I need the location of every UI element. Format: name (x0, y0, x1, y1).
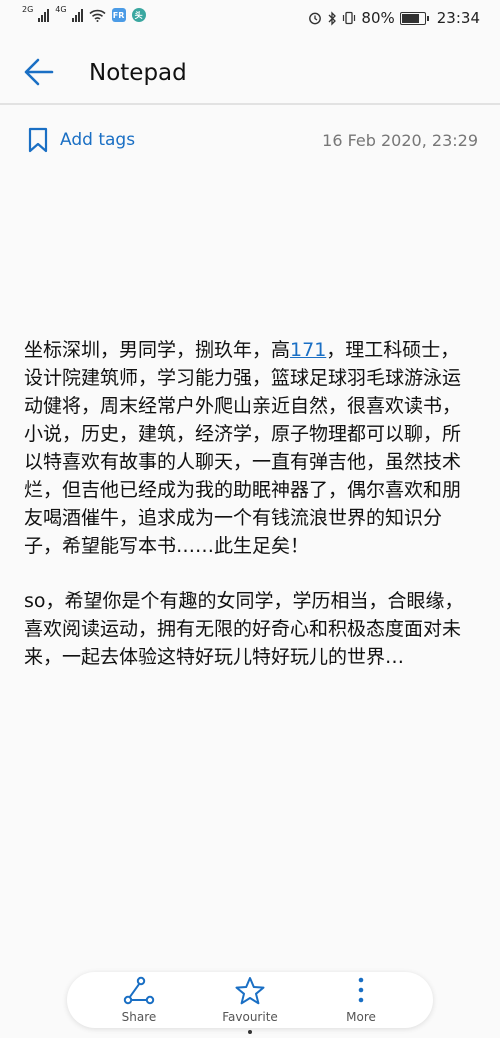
bookmark-icon (28, 127, 48, 153)
share-label: Share (121, 1010, 157, 1024)
note-content[interactable]: 坐标深圳，男同学，捌玖年，高171，理工科硕士，设计院建筑师，学习能力强，篮球足… (24, 336, 474, 698)
network-type-1: 2G (22, 4, 34, 14)
app-notification-icon-2: 头 (131, 8, 146, 22)
page-title: Notepad (89, 60, 187, 86)
favourite-label: Favourite (222, 1010, 278, 1024)
battery-icon (399, 11, 429, 25)
vibrate-icon (343, 11, 356, 25)
add-tags-label: Add tags (60, 130, 136, 150)
phone-link[interactable]: 171 (290, 339, 326, 361)
note-text: ，理工科硕士，设计院建筑师，学习能力强，篮球足球羽毛球游泳运动健将，周末经常户外… (24, 339, 462, 557)
more-vertical-icon (358, 977, 364, 1003)
bluetooth-icon (328, 10, 337, 26)
more-button[interactable]: More (316, 976, 406, 1024)
status-left: 2G 4G FR 头 (22, 4, 146, 22)
alarm-icon (309, 12, 322, 25)
note-paragraph-1: 坐标深圳，男同学，捌玖年，高171，理工科硕士，设计院建筑师，学习能力强，篮球足… (24, 336, 474, 560)
favourite-button[interactable]: Favourite (205, 976, 295, 1024)
note-timestamp: 16 Feb 2020, 23:29 (322, 131, 478, 150)
share-button[interactable]: Share (94, 976, 184, 1024)
note-paragraph-2: so，希望你是个有趣的女同学，学历相当，合眼缘，喜欢阅读运动，拥有无限的好奇心和… (24, 590, 464, 668)
network-type-2: 4G (55, 4, 67, 14)
more-label: More (346, 1010, 376, 1024)
arrow-left-icon[interactable] (24, 58, 54, 86)
star-icon (235, 977, 265, 1005)
bottom-action-bar: Share Favourite More (67, 972, 433, 1028)
home-indicator (248, 1030, 252, 1034)
app-notification-icon: FR (111, 8, 126, 22)
battery-fill (401, 13, 419, 23)
signal-icon (38, 8, 50, 22)
share-icon (123, 976, 155, 1005)
status-time: 23:34 (436, 9, 480, 27)
signal-icon-2 (71, 8, 83, 22)
app-header: Notepad (0, 38, 500, 104)
status-bar: 2G 4G FR 头 80% 23:34 (0, 0, 500, 38)
status-right: 80% 23:34 (308, 9, 480, 27)
note-text: 坐标深圳，男同学，捌玖年，高 (24, 339, 291, 361)
add-tags-button[interactable]: Add tags (28, 127, 135, 153)
header-divider (0, 103, 500, 105)
battery-percent: 80% (361, 9, 395, 27)
wifi-icon (89, 9, 106, 22)
